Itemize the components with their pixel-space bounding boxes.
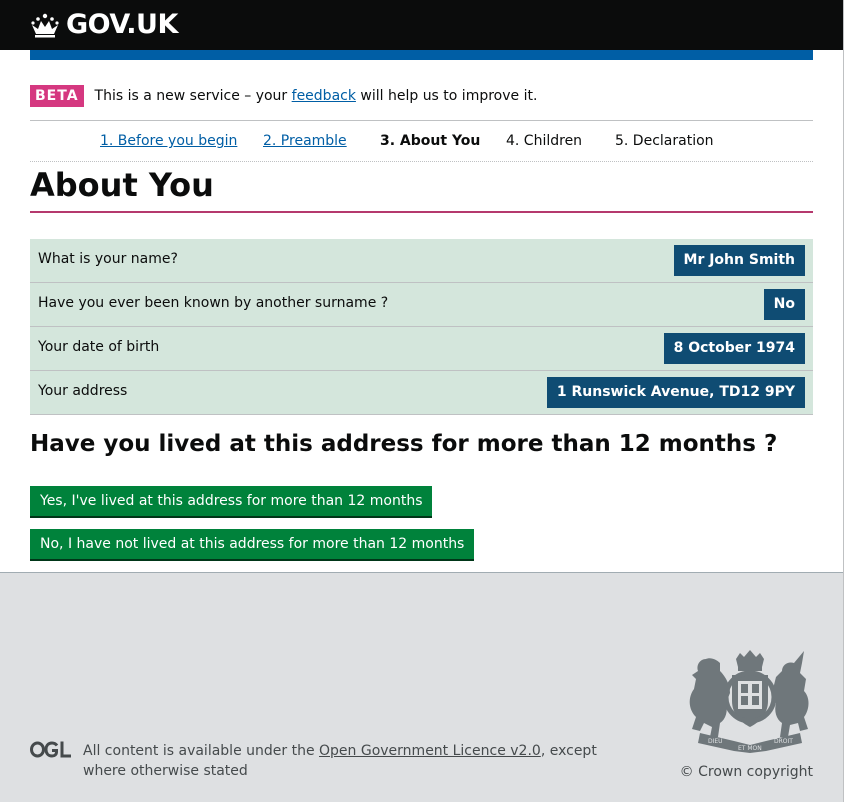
page-title: About You [30, 163, 813, 213]
summary-question: What is your name? [38, 251, 178, 267]
motto-right: DROIT [774, 738, 793, 745]
summary-answer-button[interactable]: Mr John Smith [673, 245, 805, 276]
site-footer: All content is available under the Open … [0, 572, 843, 802]
step-about-you: 3. About You [380, 133, 481, 149]
phase-banner-text: This is a new service – your feedback wi… [95, 84, 538, 108]
step-before-you-begin[interactable]: 1. Before you begin [100, 131, 237, 151]
step-preamble[interactable]: 2. Preamble [263, 131, 347, 151]
site-header: GOV.UK [0, 0, 843, 50]
address-duration-question: Have you lived at this address for more … [30, 431, 778, 457]
crown-copyright[interactable]: © Crown copyright [680, 762, 813, 782]
summary-answer-button[interactable]: 8 October 1974 [663, 333, 805, 364]
summary-list: What is your name? Mr John Smith Have yo… [30, 239, 813, 415]
phase-text-after: will help us to improve it. [360, 88, 538, 104]
summary-question: Have you ever been known by another surn… [38, 295, 389, 311]
summary-row-date-of-birth: Your date of birth 8 October 1974 [30, 327, 813, 371]
phase-banner: BETA This is a new service – your feedba… [30, 85, 813, 121]
licence-text-before: All content is available under the [83, 743, 315, 759]
yes-lived-12-months-button[interactable]: Yes, I've lived at this address for more… [30, 486, 433, 516]
no-not-lived-12-months-button[interactable]: No, I have not lived at this address for… [30, 529, 475, 559]
motto-mid: ET MON [738, 745, 762, 752]
summary-question: Your date of birth [38, 339, 160, 355]
step-declaration: 5. Declaration [615, 133, 714, 149]
royal-coat-of-arms-icon: DIEU ET MON DROIT [689, 650, 809, 753]
crown-icon [31, 13, 59, 38]
summary-question: Your address [38, 383, 128, 399]
logo-text: GOV.UK [66, 9, 178, 40]
summary-answer-button[interactable]: 1 Runswick Avenue, TD12 9PY [546, 377, 805, 408]
govuk-logo-link[interactable]: GOV.UK [30, 9, 178, 41]
ogl-logo-icon [30, 741, 71, 758]
licence-text: All content is available under the Open … [83, 741, 603, 781]
header-blue-bar [30, 50, 813, 60]
summary-row-other-surname: Have you ever been known by another surn… [30, 283, 813, 327]
step-children: 4. Children [506, 133, 583, 149]
beta-tag: BETA [30, 85, 84, 107]
progress-steps: 1. Before you begin 2. Preamble 3. About… [30, 121, 813, 162]
summary-row-name: What is your name? Mr John Smith [30, 239, 813, 283]
feedback-link[interactable]: feedback [292, 88, 356, 104]
phase-text-before: This is a new service – your [94, 88, 288, 104]
motto-left: DIEU [708, 738, 723, 745]
open-government-licence-link[interactable]: Open Government Licence v2.0 [319, 743, 541, 759]
summary-answer-button[interactable]: No [763, 289, 805, 320]
summary-row-address: Your address 1 Runswick Avenue, TD12 9PY [30, 371, 813, 415]
